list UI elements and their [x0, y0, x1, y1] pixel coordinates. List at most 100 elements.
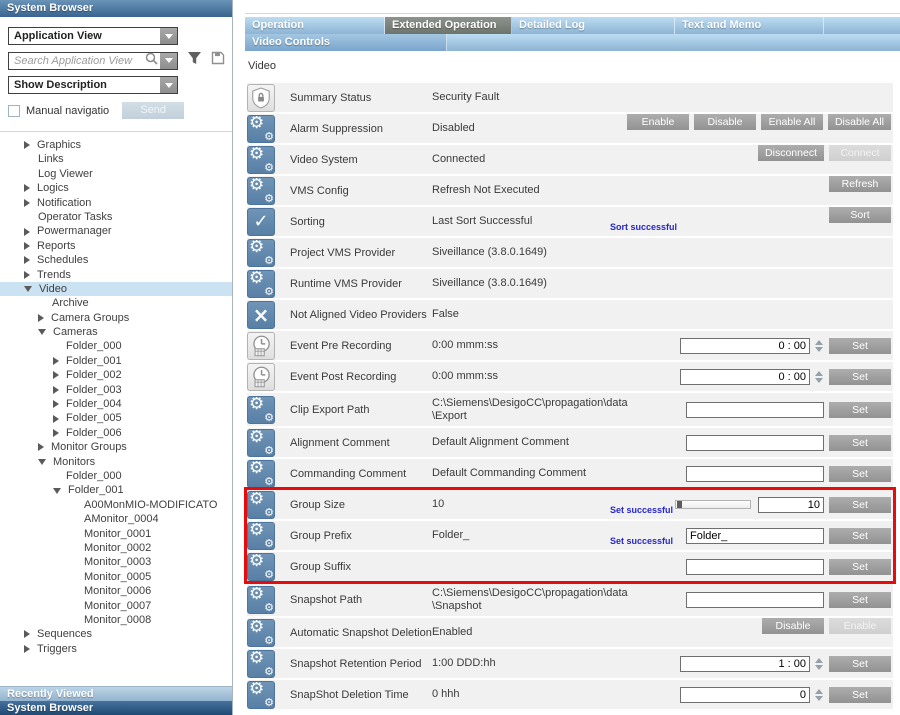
collapse-arrow-icon[interactable] — [53, 386, 59, 394]
set-button[interactable]: Set — [829, 687, 891, 703]
set-button[interactable]: Set — [829, 466, 891, 482]
slider-thumb[interactable] — [677, 501, 682, 508]
spinner-control[interactable] — [815, 689, 824, 701]
collapse-arrow-icon[interactable] — [24, 271, 30, 279]
tab-operation[interactable]: Operation — [245, 17, 385, 34]
spinner-control[interactable] — [815, 371, 824, 383]
tree-item-powermanager[interactable]: Powermanager — [0, 224, 232, 238]
group-suffix-input[interactable] — [686, 559, 824, 575]
tree-item-schedules[interactable]: Schedules — [0, 253, 232, 267]
collapse-arrow-icon[interactable] — [24, 645, 30, 653]
tree-item-monitor-0002[interactable]: Monitor_0002 — [0, 541, 232, 555]
event-post-recording-input[interactable] — [680, 369, 810, 385]
enable-all-button[interactable]: Enable All — [761, 114, 823, 130]
tree-item-video[interactable]: Video — [0, 282, 232, 296]
tree-item-monitor-0006[interactable]: Monitor_0006 — [0, 584, 232, 598]
view-selector-dropdown[interactable]: Application View — [8, 27, 178, 45]
alignment-comment-input[interactable] — [686, 435, 824, 451]
recently-viewed-bar[interactable]: Recently Viewed — [0, 686, 232, 701]
refresh-button[interactable]: Refresh — [829, 176, 891, 192]
expand-arrow-icon[interactable] — [38, 459, 46, 465]
tree-item-folder-004[interactable]: Folder_004 — [0, 397, 232, 411]
tree-item-monitor-0005[interactable]: Monitor_0005 — [0, 570, 232, 584]
tree-item-monitors[interactable]: Monitors — [0, 455, 232, 469]
collapse-arrow-icon[interactable] — [53, 415, 59, 423]
chevron-down-icon[interactable] — [160, 28, 177, 44]
set-button[interactable]: Set — [829, 528, 891, 544]
tree-item-monitor-0007[interactable]: Monitor_0007 — [0, 599, 232, 613]
tab-text-and-memo[interactable]: Text and Memo — [675, 17, 824, 34]
group-size-input[interactable] — [758, 497, 824, 513]
snapshot-deletion-time-input[interactable] — [680, 687, 810, 703]
tree-item-sequences[interactable]: Sequences — [0, 627, 232, 641]
collapse-arrow-icon[interactable] — [38, 443, 44, 451]
tree-item-graphics[interactable]: Graphics — [0, 138, 232, 152]
tree-item-reports[interactable]: Reports — [0, 239, 232, 253]
spinner-control[interactable] — [815, 658, 824, 670]
tab-extended-operation[interactable]: Extended Operation — [385, 17, 512, 34]
collapse-arrow-icon[interactable] — [24, 630, 30, 638]
set-button[interactable]: Set — [829, 338, 891, 354]
send-button[interactable]: Send — [122, 102, 184, 119]
collapse-arrow-icon[interactable] — [38, 314, 44, 322]
collapse-arrow-icon[interactable] — [24, 141, 30, 149]
tree-item-folder-002[interactable]: Folder_002 — [0, 368, 232, 382]
chevron-down-icon[interactable] — [160, 77, 177, 93]
enable-button[interactable]: Enable — [829, 618, 891, 634]
snapshot-retention-period-input[interactable] — [680, 656, 810, 672]
tree-item-monitor-0003[interactable]: Monitor_0003 — [0, 555, 232, 569]
system-browser-bar[interactable]: System Browser — [0, 701, 232, 715]
set-button[interactable]: Set — [829, 592, 891, 608]
snapshot-path-input[interactable] — [686, 592, 824, 608]
tab-video-controls[interactable]: Video Controls — [245, 34, 447, 51]
tree-item-folder-001[interactable]: Folder_001 — [0, 483, 232, 497]
expand-arrow-icon[interactable] — [24, 286, 32, 292]
panel-splitter[interactable] — [234, 0, 245, 715]
tree-item-logics[interactable]: Logics — [0, 181, 232, 195]
tab-detailed-log[interactable]: Detailed Log — [512, 17, 675, 34]
spinner-control[interactable] — [815, 340, 824, 352]
collapse-arrow-icon[interactable] — [24, 184, 30, 192]
set-button[interactable]: Set — [829, 369, 891, 385]
display-mode-dropdown[interactable]: Show Description — [8, 76, 178, 94]
tree-item-triggers[interactable]: Triggers — [0, 642, 232, 656]
set-button[interactable]: Set — [829, 559, 891, 575]
set-button[interactable]: Set — [829, 435, 891, 451]
tree-item-folder-006[interactable]: Folder_006 — [0, 426, 232, 440]
tree-item-folder-000[interactable]: Folder_000 — [0, 469, 232, 483]
enable-button[interactable]: Enable — [627, 114, 689, 130]
group-prefix-input[interactable] — [686, 528, 824, 544]
tree-item-folder-005[interactable]: Folder_005 — [0, 411, 232, 425]
tree-item-cameras[interactable]: Cameras — [0, 325, 232, 339]
disconnect-button[interactable]: Disconnect — [758, 145, 824, 161]
tree-item-links[interactable]: Links — [0, 152, 232, 166]
disable-button[interactable]: Disable — [762, 618, 824, 634]
tree-item-monitor-0008[interactable]: Monitor_0008 — [0, 613, 232, 627]
save-icon[interactable] — [211, 51, 225, 70]
set-button[interactable]: Set — [829, 497, 891, 513]
collapse-arrow-icon[interactable] — [24, 199, 30, 207]
collapse-arrow-icon[interactable] — [24, 228, 30, 236]
collapse-arrow-icon[interactable] — [53, 429, 59, 437]
commanding-comment-input[interactable] — [686, 466, 824, 482]
tree-item-folder-000[interactable]: Folder_000 — [0, 339, 232, 353]
collapse-arrow-icon[interactable] — [24, 242, 30, 250]
disable-button[interactable]: Disable — [694, 114, 756, 130]
tree-item-operator-tasks[interactable]: Operator Tasks — [0, 210, 232, 224]
tree-item-notification[interactable]: Notification — [0, 196, 232, 210]
event-pre-recording-input[interactable] — [680, 338, 810, 354]
collapse-arrow-icon[interactable] — [24, 256, 30, 264]
filter-icon[interactable] — [187, 51, 202, 70]
expand-arrow-icon[interactable] — [53, 488, 61, 494]
tree-item-archive[interactable]: Archive — [0, 296, 232, 310]
disable-all-button[interactable]: Disable All — [828, 114, 891, 130]
set-button[interactable]: Set — [829, 656, 891, 672]
expand-arrow-icon[interactable] — [38, 329, 46, 335]
tree-item-camera-groups[interactable]: Camera Groups — [0, 311, 232, 325]
tree-item-monitor-groups[interactable]: Monitor Groups — [0, 440, 232, 454]
sort-button[interactable]: Sort — [829, 207, 891, 223]
group-size-slider[interactable] — [675, 500, 751, 509]
tree-item-a00monmio-modificato[interactable]: A00MonMIO-MODIFICATO — [0, 498, 232, 512]
collapse-arrow-icon[interactable] — [53, 371, 59, 379]
clip-export-path-input[interactable] — [686, 402, 824, 418]
